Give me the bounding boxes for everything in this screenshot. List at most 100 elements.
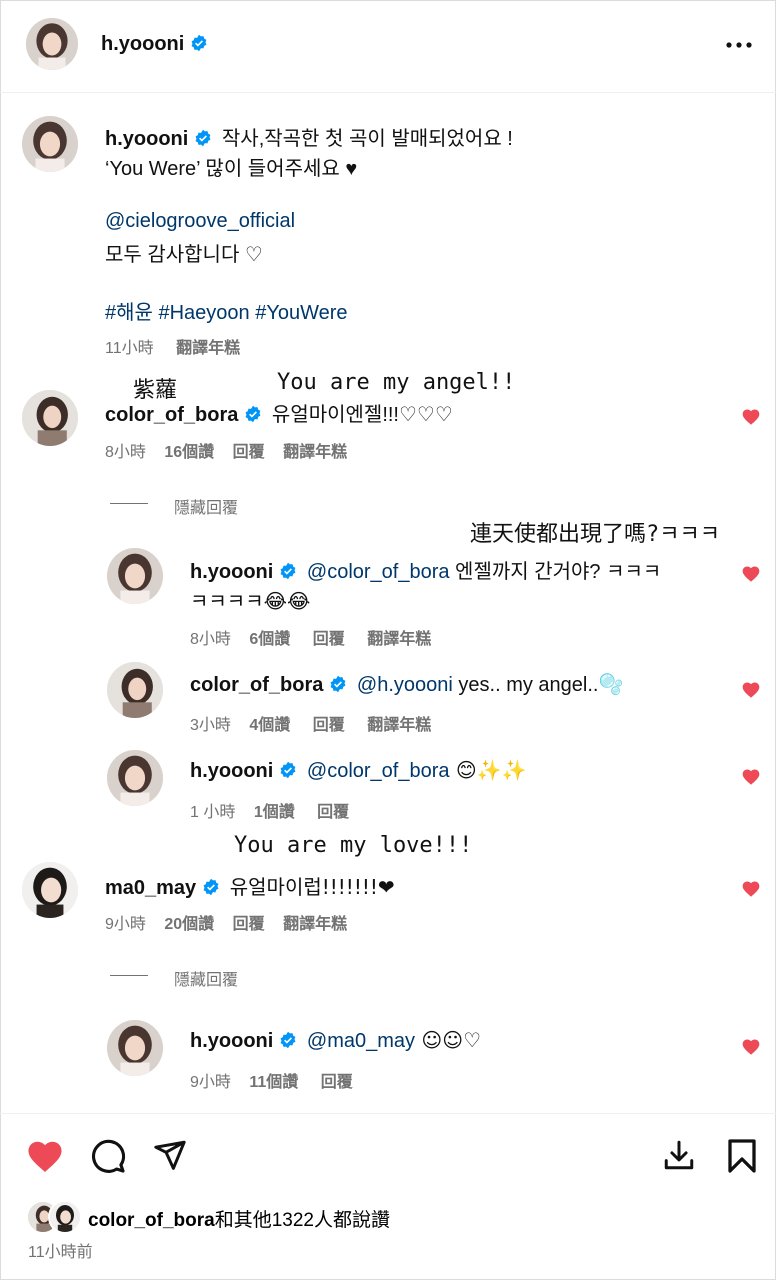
- hide-replies-line: [110, 503, 148, 504]
- liked-by-rest[interactable]: 和其他1322人都說讚: [215, 1210, 390, 1231]
- comment-avatar[interactable]: [22, 390, 78, 446]
- reply-time[interactable]: 9小時: [190, 1074, 231, 1091]
- reply-time[interactable]: 3小時: [190, 717, 231, 734]
- reply-reply-button[interactable]: 回覆: [317, 804, 349, 821]
- reply-mention[interactable]: @ma0_may: [307, 1030, 415, 1052]
- reply-avatar[interactable]: [107, 750, 163, 806]
- header-avatar[interactable]: [26, 18, 78, 70]
- reply-username[interactable]: h.yoooni: [190, 760, 273, 782]
- annotation-bora-translation: You are my angel!!: [277, 370, 516, 395]
- reply-line: color_of_bora @h.yoooni yes.. my angel..…: [190, 672, 623, 697]
- comment-time[interactable]: 9小時: [105, 916, 146, 933]
- reply-line: h.yoooni @ma0_may ☺☺♡: [190, 1028, 481, 1053]
- reply-time[interactable]: 8小時: [190, 631, 231, 648]
- reply-translate[interactable]: 翻譯年糕: [367, 717, 431, 734]
- reply-reply-button[interactable]: 回覆: [321, 1074, 353, 1091]
- reply-line: h.yoooni @color_of_bora 😊✨✨: [190, 758, 527, 783]
- reply-time[interactable]: 1 小時: [190, 804, 235, 821]
- comment-icon[interactable]: [90, 1138, 126, 1174]
- hide-replies-button[interactable]: 隱藏回覆: [174, 494, 238, 518]
- verified-icon: [190, 34, 208, 52]
- caption-avatar[interactable]: [22, 116, 78, 172]
- reply-heart-icon[interactable]: [741, 564, 761, 584]
- reply-heart-icon[interactable]: [741, 680, 761, 700]
- comment-meta: 8小時 16個讚 回覆 翻譯年糕: [105, 438, 347, 462]
- liked-by-text: color_of_bora和其他1322人都說讚: [88, 1205, 390, 1232]
- hide-replies-line: [110, 975, 148, 976]
- liked-by-user[interactable]: color_of_bora: [88, 1210, 215, 1231]
- reply-line: h.yoooni @color_of_bora 엔젤까지 간거야? ㅋㅋㅋ: [190, 555, 661, 584]
- caption-hashtags[interactable]: #해윤 #Haeyoon #YouWere: [105, 296, 348, 325]
- reply-meta: 1 小時 1個讚 回覆: [190, 798, 349, 822]
- reply-text: yes.. my angel..🫧: [452, 674, 624, 696]
- reply-username[interactable]: h.yoooni: [190, 1030, 273, 1052]
- actions-divider: [0, 1113, 776, 1114]
- reply-heart-icon[interactable]: [741, 767, 761, 787]
- caption-first-line: h.yoooni 작사,작곡한 첫 곡이 발매되었어요 !: [105, 122, 513, 151]
- header-username[interactable]: h.yoooni: [101, 33, 184, 55]
- annotation-reply1-translation: 連天使都出現了嗎?ㅋㅋㅋ: [470, 522, 720, 547]
- reply-username[interactable]: color_of_bora: [190, 674, 323, 696]
- reply-text: 😊✨✨: [449, 758, 527, 782]
- caption-username[interactable]: h.yoooni: [105, 128, 188, 150]
- annotation-may-translation: You are my love!!!: [234, 833, 473, 858]
- more-horizontal-icon[interactable]: [726, 42, 752, 48]
- reply-avatar[interactable]: [107, 1020, 163, 1076]
- caption-line3: 모두 감사합니다 ♡: [105, 244, 263, 266]
- download-icon[interactable]: [662, 1138, 696, 1172]
- comment-time[interactable]: 8小時: [105, 444, 146, 461]
- comment-line: ma0_may 유얼마이럽!!!!!!!❤: [105, 871, 395, 900]
- caption-time[interactable]: 11小時: [105, 340, 154, 357]
- comment-likes[interactable]: 16個讚: [164, 444, 214, 461]
- comment-reply-button[interactable]: 回覆: [233, 444, 265, 461]
- reply-mention[interactable]: @h.yoooni: [357, 674, 453, 696]
- comment-meta: 9小時 20個讚 回覆 翻譯年糕: [105, 910, 347, 934]
- reply-mention[interactable]: @color_of_bora: [307, 760, 450, 782]
- comment-username[interactable]: color_of_bora: [105, 404, 238, 426]
- caption-mention[interactable]: @cielogroove_official: [105, 210, 295, 233]
- verified-icon: [244, 405, 262, 423]
- verified-icon: [279, 562, 297, 580]
- header-divider: [0, 92, 776, 93]
- reply-likes[interactable]: 4個讚: [249, 717, 290, 734]
- reply-text: ☺☺♡: [415, 1028, 482, 1052]
- verified-icon: [202, 878, 220, 896]
- verified-icon: [279, 761, 297, 779]
- comment-translate[interactable]: 翻譯年糕: [283, 916, 347, 933]
- reply-heart-icon[interactable]: [741, 1037, 761, 1057]
- reply-reply-button[interactable]: 回覆: [313, 717, 345, 734]
- reply-text-line2: ㅋㅋㅋㅋ😂😂: [190, 589, 311, 613]
- liker-avatar[interactable]: [48, 1200, 82, 1234]
- verified-icon: [329, 675, 347, 693]
- caption-line1: 작사,작곡한 첫 곡이 발매되었어요 !: [221, 128, 513, 150]
- comment-reply-button[interactable]: 回覆: [233, 916, 265, 933]
- verified-icon: [279, 1031, 297, 1049]
- reply-likes[interactable]: 6個讚: [249, 631, 290, 648]
- share-icon[interactable]: [152, 1138, 188, 1172]
- bookmark-icon[interactable]: [727, 1138, 757, 1174]
- like-heart-icon[interactable]: [25, 1136, 65, 1174]
- reply-mention[interactable]: @color_of_bora: [307, 561, 450, 583]
- comment-avatar[interactable]: [22, 862, 78, 918]
- caption-translate[interactable]: 翻譯年糕: [176, 340, 240, 357]
- header-username-wrap[interactable]: h.yoooni: [101, 33, 208, 56]
- comment-heart-icon[interactable]: [741, 879, 761, 899]
- comment-username[interactable]: ma0_may: [105, 877, 196, 899]
- reply-avatar[interactable]: [107, 548, 163, 604]
- comment-line: color_of_bora 유얼마이엔젤!!!♡♡♡: [105, 398, 453, 427]
- reply-meta: 9小時 11個讚 回覆: [190, 1068, 353, 1092]
- reply-likes[interactable]: 1個讚: [254, 804, 295, 821]
- comment-likes[interactable]: 20個讚: [164, 916, 214, 933]
- hide-replies-button[interactable]: 隱藏回覆: [174, 966, 238, 990]
- comment-text: 유얼마이럽!!!!!!!❤: [229, 875, 395, 899]
- comment-translate[interactable]: 翻譯年糕: [283, 444, 347, 461]
- verified-icon: [194, 129, 212, 147]
- reply-translate[interactable]: 翻譯年糕: [367, 631, 431, 648]
- reply-reply-button[interactable]: 回覆: [313, 631, 345, 648]
- reply-username[interactable]: h.yoooni: [190, 561, 273, 583]
- reply-text: 엔젤까지 간거야? ㅋㅋㅋ: [449, 561, 662, 583]
- reply-likes[interactable]: 11個讚: [249, 1074, 298, 1091]
- reply-avatar[interactable]: [107, 662, 163, 718]
- post-time[interactable]: 11小時前: [28, 1238, 93, 1262]
- comment-heart-icon[interactable]: [741, 407, 761, 427]
